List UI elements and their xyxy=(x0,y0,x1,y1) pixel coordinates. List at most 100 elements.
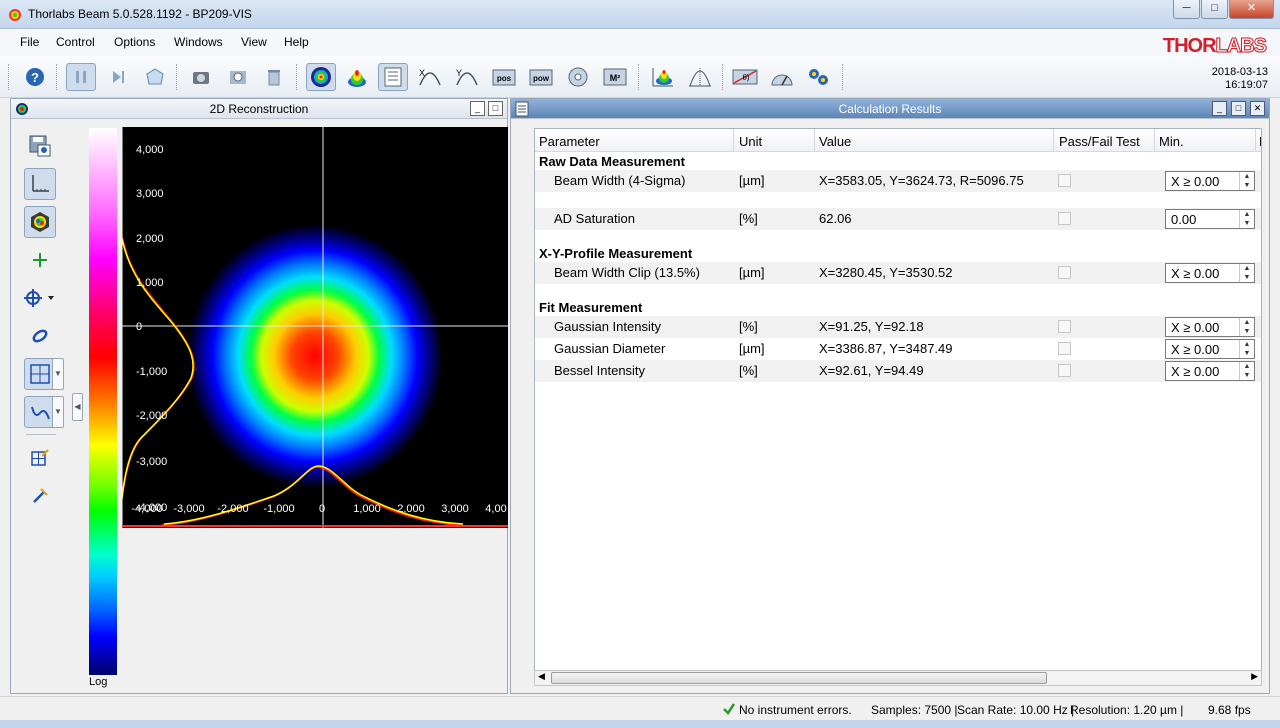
axis-scale-icon[interactable] xyxy=(24,168,56,200)
delete-icon[interactable] xyxy=(259,63,289,91)
min-spinbox[interactable]: X ≥ 0.00 ▲ ▼ xyxy=(1165,339,1255,359)
column-header-unit[interactable]: Unit xyxy=(739,134,762,149)
spin-down-icon[interactable]: ▼ xyxy=(1240,349,1254,358)
panel-maximize-button[interactable]: □ xyxy=(488,101,503,116)
pass-fail-checkbox[interactable] xyxy=(1058,174,1071,187)
gauge-icon[interactable] xyxy=(767,63,797,91)
save-image-icon[interactable] xyxy=(24,130,56,162)
y-profile-icon[interactable]: Y xyxy=(452,63,482,91)
grid-dropdown-arrow[interactable]: ▼ xyxy=(52,358,64,390)
table-row[interactable]: Bessel Intensity [%] X=92.61, Y=94.49 X … xyxy=(535,360,1261,382)
column-header-parameter[interactable]: Parameter xyxy=(539,134,600,149)
panel-close-button[interactable]: ✕ xyxy=(1250,101,1265,116)
min-spinbox[interactable]: X ≥ 0.00 ▲ ▼ xyxy=(1165,263,1255,283)
profile-dropdown-arrow[interactable]: ▼ xyxy=(52,396,64,428)
status-bar: No instrument errors. Samples: 7500 | Sc… xyxy=(0,696,1280,720)
table-row[interactable]: Beam Width (4-Sigma) [µm] X=3583.05, Y=3… xyxy=(535,170,1261,192)
horizontal-scrollbar[interactable]: ◀ ▶ xyxy=(534,670,1262,686)
table-row[interactable]: AD Saturation [%] 62.06 0.00 ▲ ▼ xyxy=(535,208,1261,230)
spin-down-icon[interactable]: ▼ xyxy=(1240,371,1254,380)
maximize-button[interactable]: □ xyxy=(1201,0,1228,19)
minimize-button[interactable]: ─ xyxy=(1173,0,1200,19)
spin-down-icon[interactable]: ▼ xyxy=(1240,273,1254,282)
collapse-left-toolbar-button[interactable]: ◀ xyxy=(72,393,83,421)
multi-beam-icon[interactable] xyxy=(804,63,834,91)
menu-options[interactable]: Options xyxy=(114,35,155,49)
x-tick-label: -2,000 xyxy=(217,503,248,515)
min-spinbox[interactable]: 0.00 ▲ ▼ xyxy=(1165,209,1255,229)
menu-file[interactable]: File xyxy=(20,35,39,49)
m2-icon[interactable]: M² xyxy=(600,63,630,91)
thorlabs-logo: THORLABS xyxy=(1162,35,1268,58)
table-row[interactable]: Beam Width Clip (13.5%) [µm] X=3280.45, … xyxy=(535,262,1261,284)
time-label: 16:19:07 xyxy=(1225,79,1268,91)
scrollbar-thumb[interactable] xyxy=(551,672,1047,684)
menu-windows[interactable]: Windows xyxy=(174,35,223,49)
3d-view-icon[interactable] xyxy=(648,63,678,91)
spin-down-icon[interactable]: ▼ xyxy=(1240,327,1254,336)
settings-grid-icon[interactable] xyxy=(223,63,253,91)
menu-control[interactable]: Control xyxy=(56,35,95,49)
spin-up-icon[interactable]: ▲ xyxy=(1240,172,1254,181)
column-header-max[interactable]: M xyxy=(1259,134,1261,149)
calculation-results-icon[interactable] xyxy=(378,63,408,91)
single-step-icon[interactable] xyxy=(103,63,133,91)
table-row[interactable]: Gaussian Intensity [%] X=91.25, Y=92.18 … xyxy=(535,316,1261,338)
3d-profile-icon[interactable] xyxy=(342,63,372,91)
column-header-value[interactable]: Value xyxy=(819,134,851,149)
spin-up-icon[interactable]: ▲ xyxy=(1240,318,1254,327)
samples-status: Samples: 7500 | xyxy=(871,703,958,717)
pass-fail-checkbox[interactable] xyxy=(1058,320,1071,333)
scroll-right-icon[interactable]: ▶ xyxy=(1251,671,1258,682)
scroll-left-icon[interactable]: ◀ xyxy=(538,671,545,682)
spin-down-icon[interactable]: ▼ xyxy=(1240,219,1254,228)
column-header-pass-fail[interactable]: Pass/Fail Test xyxy=(1059,134,1140,149)
pass-fail-checkbox[interactable] xyxy=(1058,212,1071,225)
camera-save-icon[interactable] xyxy=(186,63,216,91)
panel-minimize-button[interactable]: _ xyxy=(1212,101,1227,116)
spin-down-icon[interactable]: ▼ xyxy=(1240,181,1254,190)
table-row[interactable]: Gaussian Diameter [µm] X=3386.87, Y=3487… xyxy=(535,338,1261,360)
beam-image-view[interactable]: 4,000 3,000 2,000 1,000 0 -1,000 -2,000 … xyxy=(122,127,508,528)
pause-icon[interactable] xyxy=(66,63,96,91)
pass-fail-checkbox[interactable] xyxy=(1058,266,1071,279)
spin-up-icon[interactable]: ▲ xyxy=(1240,362,1254,371)
spin-up-icon[interactable]: ▲ xyxy=(1240,264,1254,273)
add-marker-icon[interactable] xyxy=(24,244,56,276)
section-row: Fit Measurement xyxy=(535,298,1261,318)
min-spinbox[interactable]: X ≥ 0.00 ▲ ▼ xyxy=(1165,361,1255,381)
close-button[interactable]: ✕ xyxy=(1229,0,1274,19)
pass-fail-checkbox[interactable] xyxy=(1058,342,1071,355)
grid-edit-icon[interactable] xyxy=(24,442,56,474)
value-cell: X=92.61, Y=94.49 xyxy=(819,363,924,378)
value-cell: X=3386.87, Y=3487.49 xyxy=(819,341,953,356)
device-icon[interactable] xyxy=(140,63,170,91)
value-cell: X=3583.05, Y=3624.73, R=5096.75 xyxy=(819,173,1024,188)
fps-status: 9.68 fps xyxy=(1208,703,1251,717)
crosshair-icon[interactable] xyxy=(24,282,56,314)
position-icon[interactable]: pos xyxy=(489,63,519,91)
y-tick-label: 2,000 xyxy=(136,233,164,245)
column-header-min[interactable]: Min. xyxy=(1159,134,1184,149)
menu-help[interactable]: Help xyxy=(284,35,309,49)
power-icon[interactable]: pow xyxy=(526,63,556,91)
unit-cell: [%] xyxy=(739,211,758,226)
ellipse-icon[interactable] xyxy=(24,320,56,352)
menu-view[interactable]: View xyxy=(241,35,267,49)
2d-projection-icon[interactable] xyxy=(306,63,336,91)
pin-tool-icon[interactable] xyxy=(24,480,56,512)
spin-up-icon[interactable]: ▲ xyxy=(1240,210,1254,219)
panel-minimize-button[interactable]: _ xyxy=(470,101,485,116)
beam-stability-icon[interactable] xyxy=(563,63,593,91)
pass-fail-checkbox[interactable] xyxy=(1058,364,1071,377)
spin-up-icon[interactable]: ▲ xyxy=(1240,340,1254,349)
min-spinbox[interactable]: X ≥ 0.00 ▲ ▼ xyxy=(1165,317,1255,337)
x-profile-icon[interactable]: X xyxy=(415,63,445,91)
help-icon[interactable]: ? xyxy=(20,63,50,91)
x-tick-label: 3,000 xyxy=(441,503,469,515)
panel-restore-button[interactable]: □ xyxy=(1231,101,1246,116)
color-palette-icon[interactable] xyxy=(24,206,56,238)
angle-icon[interactable]: θ) xyxy=(730,63,760,91)
min-spinbox[interactable]: X ≥ 0.00 ▲ ▼ xyxy=(1165,171,1255,191)
gaussian-profile-icon[interactable] xyxy=(685,63,715,91)
